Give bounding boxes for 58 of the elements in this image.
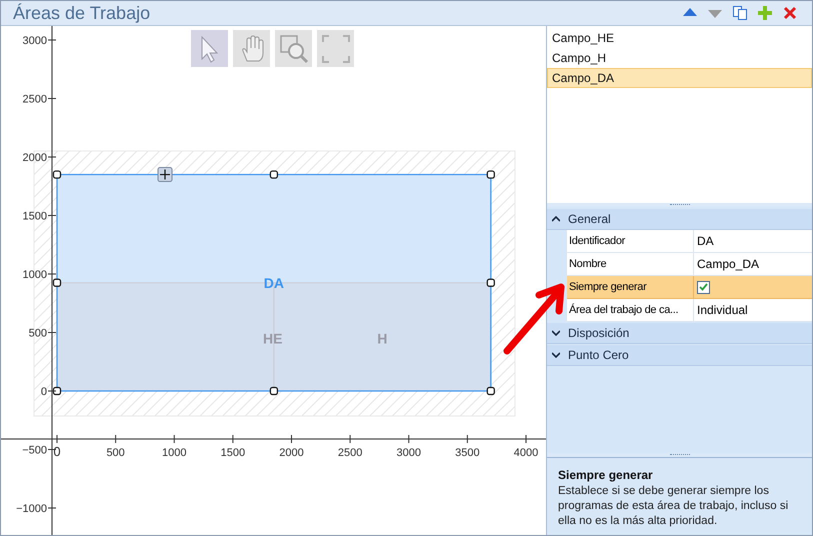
y-axis-label: 3000 [22, 35, 47, 47]
list-item[interactable]: Campo_H [547, 48, 812, 68]
resize-handle[interactable] [270, 170, 278, 179]
description-text: Establece si se debe generar siempre los programas de esta área de trabajo, incluso si ella no es la más alta prioridad. [558, 484, 790, 529]
y-axis-label: 1500 [22, 210, 47, 222]
property-value[interactable] [694, 276, 812, 299]
list-item[interactable]: Campo_HE [547, 28, 812, 48]
resize-handle[interactable] [486, 386, 495, 396]
area-label: H [377, 330, 388, 346]
window-title: Áreas de Trabajo [13, 2, 150, 25]
canvas-tool-button[interactable] [191, 30, 228, 67]
area-label: DA [264, 274, 284, 291]
resize-handle[interactable] [270, 386, 278, 396]
list-item[interactable]: Campo_DA [547, 68, 812, 88]
resize-handle[interactable] [486, 170, 495, 179]
property-group-header[interactable]: Punto Cero [547, 345, 812, 366]
copy-icon[interactable] [732, 5, 748, 21]
checkbox[interactable] [697, 280, 710, 294]
resize-handle[interactable] [486, 278, 495, 287]
y-axis-label: −1000 [16, 503, 47, 515]
splitter-grip[interactable] [547, 203, 812, 207]
description-title: Siempre generar [558, 467, 654, 484]
property-name[interactable]: Identificador [567, 230, 694, 253]
area-label: HE [263, 330, 282, 346]
zoom-icon [278, 34, 308, 64]
x-axis-label: 1000 [162, 447, 186, 459]
move-handle-icon[interactable] [158, 167, 172, 182]
x-axis-label: 4000 [514, 447, 538, 459]
fit-extents-icon [320, 34, 350, 64]
y-axis-label: 2500 [22, 94, 47, 106]
property-name[interactable]: Nombre [567, 253, 694, 276]
y-axis-label: 1000 [22, 269, 47, 281]
y-axis-label: 0 [40, 386, 47, 398]
property-group-header[interactable]: General [547, 209, 812, 230]
x-axis-label: 500 [106, 447, 125, 459]
property-group-header[interactable]: Disposición [547, 323, 812, 344]
x-axis-label: 2000 [279, 447, 304, 459]
caret-icon [552, 216, 560, 222]
resize-handle[interactable] [52, 386, 62, 396]
y-axis-label: 2000 [22, 152, 47, 164]
resize-handle[interactable] [52, 278, 62, 287]
splitter-grip[interactable] [547, 453, 812, 457]
property-value[interactable]: Campo_DA [694, 253, 812, 276]
x-axis-label: 3500 [455, 447, 480, 459]
property-value[interactable]: DA [694, 230, 812, 253]
property-value[interactable]: Individual [694, 299, 812, 322]
property-name[interactable]: Área del trabajo de ca... [567, 299, 694, 322]
x-axis-label: 2500 [338, 447, 362, 459]
close-icon[interactable] [782, 5, 798, 21]
y-axis-label: −500 [22, 444, 47, 456]
x-axis-label: 3000 [396, 447, 421, 459]
caret-icon [552, 330, 560, 336]
resize-handle[interactable] [52, 170, 62, 179]
property-name[interactable]: Siempre generar [567, 276, 694, 299]
check-icon [699, 283, 708, 291]
y-axis-label: 500 [28, 328, 47, 340]
x-axis-label: 1500 [220, 447, 246, 459]
caret-icon [552, 352, 560, 358]
